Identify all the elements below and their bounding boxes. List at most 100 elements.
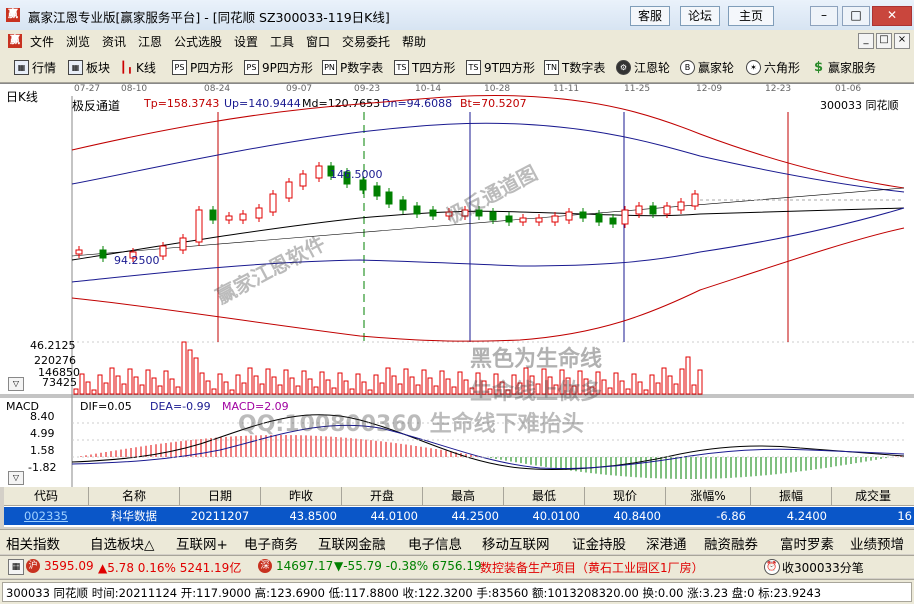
mdi-minimize-icon[interactable]: _	[858, 33, 874, 49]
volume-bar	[205, 380, 211, 395]
sz-index-value[interactable]: 14697.17	[276, 559, 333, 573]
alert-text[interactable]: 收300033分笔	[782, 559, 864, 576]
cell-amplitude: 4.2400	[751, 507, 827, 525]
col-header-change-pct[interactable]: 涨幅%	[666, 487, 751, 506]
t-number-table-label: T数字表	[562, 61, 606, 75]
menu-settings[interactable]: 设置	[234, 33, 258, 50]
sector-tab[interactable]: 相关指数	[6, 533, 60, 553]
volume-tick: 73425	[42, 376, 77, 389]
candle-body	[399, 199, 407, 211]
candle-body	[519, 217, 527, 223]
sh-index-change: ▲5.78 0.16% 5241.19亿	[98, 561, 242, 575]
collapse-volume-icon[interactable]: ▽	[8, 377, 24, 391]
mdi-restore-icon[interactable]: □	[876, 33, 892, 49]
9t-square-label: 9T四方形	[484, 61, 535, 75]
sectors-button[interactable]: ▦ 板块	[68, 59, 110, 76]
cell-low: 40.0100	[504, 507, 580, 525]
volume-bar	[145, 369, 151, 395]
sectors-label: 板块	[86, 61, 111, 75]
p-number-table-button[interactable]: PN P数字表	[322, 59, 383, 76]
kline-button[interactable]: ┃╻ K线	[120, 59, 156, 76]
candle-body	[75, 249, 83, 255]
col-header-open[interactable]: 开盘	[342, 487, 423, 506]
hexagon-button[interactable]: ✶ 六角形	[746, 59, 800, 76]
volume-bar	[379, 382, 385, 395]
p-square-label: P四方形	[190, 61, 234, 75]
gear-icon: ⚙	[616, 60, 631, 75]
menu-gann[interactable]: 江恩	[138, 33, 162, 50]
sector-tab[interactable]: 互联网+	[176, 533, 228, 553]
homepage-button[interactable]: 主页	[728, 6, 774, 26]
forum-button[interactable]: 论坛	[680, 6, 720, 26]
candle-body	[505, 215, 513, 223]
sector-tab[interactable]: 互联网金融	[318, 533, 386, 553]
col-header-prev-close[interactable]: 昨收	[261, 487, 342, 506]
menu-help[interactable]: 帮助	[402, 33, 426, 50]
9t-square-button[interactable]: TS 9T四方形	[466, 59, 535, 76]
t-square-button[interactable]: TS T四方形	[394, 59, 455, 76]
menu-bar: 赢 文件 浏览 资讯 江恩 公式选股 设置 工具 窗口 交易委托 帮助 _ □ …	[0, 30, 914, 53]
sector-tab[interactable]: 自选板块△	[90, 533, 154, 553]
col-header-name[interactable]: 名称	[89, 487, 180, 506]
sector-tab[interactable]: 电子商务	[244, 533, 298, 553]
winner-service-button[interactable]: $ 赢家服务	[812, 59, 876, 76]
col-header-code[interactable]: 代码	[4, 487, 89, 506]
menu-info[interactable]: 资讯	[102, 33, 126, 50]
col-header-volume[interactable]: 成交量	[832, 487, 914, 506]
volume-bar	[103, 382, 109, 395]
quotes-button[interactable]: ▦ 行情	[14, 59, 56, 76]
volume-bar	[241, 382, 247, 395]
menu-trade[interactable]: 交易委托	[342, 33, 390, 50]
macd-tick: -1.82	[28, 461, 57, 474]
customer-service-button[interactable]: 客服	[630, 6, 670, 26]
volume-bar	[307, 378, 313, 395]
sh-index-value[interactable]: 3595.09	[44, 559, 94, 573]
menu-window[interactable]: 窗口	[306, 33, 330, 50]
volume-bar	[673, 383, 679, 395]
kline-chart-panel[interactable]: 07-27 08-10 08-24 09-07 09-23 10-14 10-2…	[0, 83, 914, 487]
volume-bar	[91, 389, 97, 395]
volume-bar	[355, 373, 361, 395]
volume-bar	[667, 375, 673, 395]
collapse-macd-icon[interactable]: ▽	[8, 471, 24, 485]
maximize-icon[interactable]: □	[842, 6, 870, 26]
menu-browse[interactable]: 浏览	[66, 33, 90, 50]
gann-wheel-button[interactable]: ⚙ 江恩轮	[616, 59, 670, 76]
menu-formula-stock[interactable]: 公式选股	[174, 33, 222, 50]
candle-body	[255, 207, 263, 219]
macd-dea: DEA=-0.99	[150, 400, 211, 413]
col-header-high[interactable]: 最高	[423, 487, 504, 506]
menu-tools[interactable]: 工具	[270, 33, 294, 50]
minimize-icon[interactable]: –	[810, 6, 838, 26]
sector-tab[interactable]: 移动互联网	[482, 533, 550, 553]
winner-wheel-button[interactable]: B 赢家轮	[680, 59, 734, 76]
sector-tab[interactable]: 电子信息	[408, 533, 462, 553]
menu-file[interactable]: 文件	[30, 33, 54, 50]
cell-code[interactable]: 002335	[4, 507, 88, 525]
volume-bar	[151, 377, 157, 395]
sector-tab[interactable]: 融资融券	[704, 533, 758, 553]
volume-bar	[199, 372, 205, 395]
col-header-price[interactable]: 现价	[585, 487, 666, 506]
t-number-table-button[interactable]: TN T数字表	[544, 59, 605, 76]
news-ticker[interactable]: 数控装备生产项目（黄石工业园区1厂房）	[480, 559, 704, 576]
volume-bar	[349, 388, 355, 395]
sector-tab[interactable]: 业绩预增	[850, 533, 904, 553]
volume-bar	[313, 386, 319, 395]
volume-bar	[661, 367, 667, 395]
9p-square-button[interactable]: PS 9P四方形	[244, 59, 313, 76]
close-icon[interactable]: ✕	[872, 6, 912, 26]
sector-tab[interactable]: 深港通	[646, 533, 687, 553]
grid-icon[interactable]: ▦	[8, 559, 24, 575]
mdi-close-icon[interactable]: ×	[894, 33, 910, 49]
sz-index-change: ▼-55.79 -0.38% 6756.19	[334, 559, 482, 573]
macd-tick: 4.99	[30, 427, 55, 440]
col-header-date[interactable]: 日期	[180, 487, 261, 506]
sector-tab[interactable]: 富时罗素	[780, 533, 834, 553]
col-header-amplitude[interactable]: 振幅	[751, 487, 832, 506]
p-square-button[interactable]: PS P四方形	[172, 59, 233, 76]
sector-tab[interactable]: 证金持股	[572, 533, 626, 553]
volume-bar	[649, 374, 655, 395]
volume-series	[73, 341, 703, 395]
col-header-low[interactable]: 最低	[504, 487, 585, 506]
